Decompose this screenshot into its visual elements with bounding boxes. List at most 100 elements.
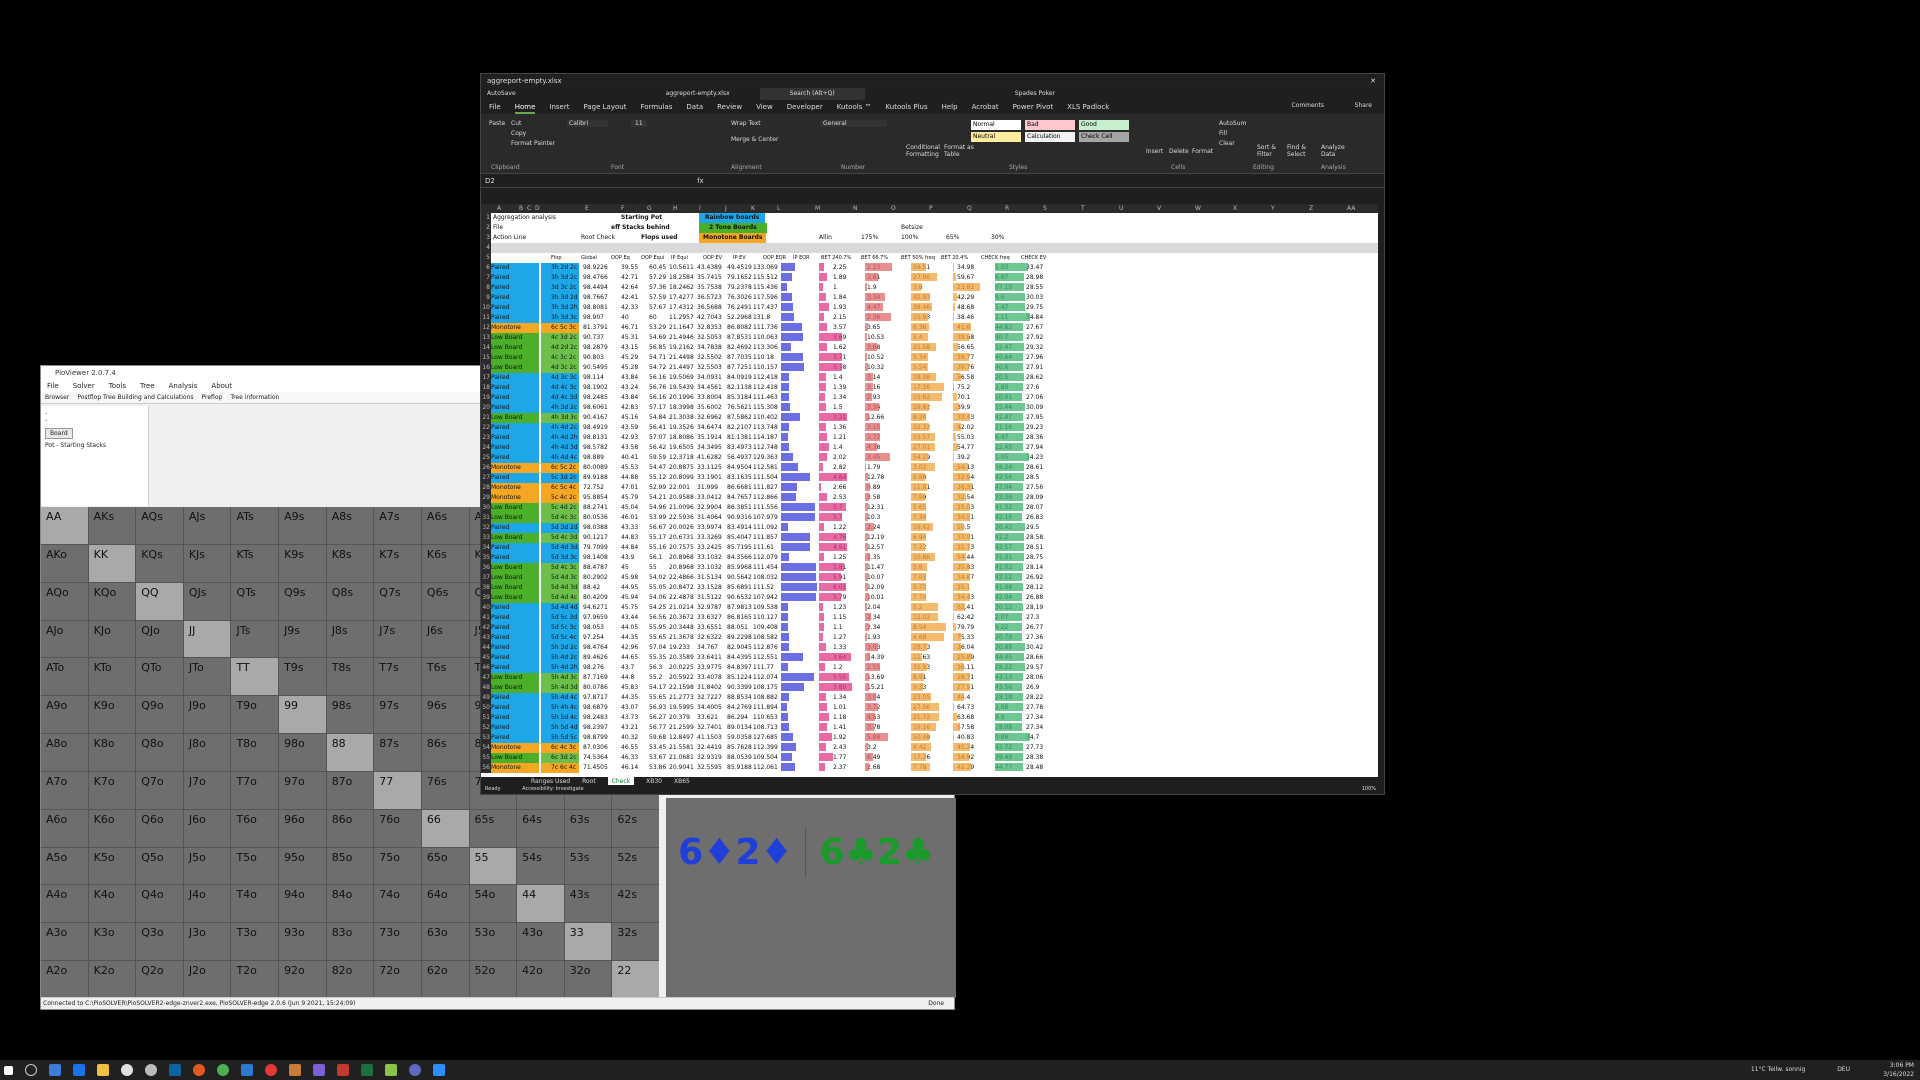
value-cell[interactable]: 54.71 bbox=[649, 353, 666, 363]
value-cell[interactable]: 35.1914 bbox=[697, 433, 722, 443]
row-number[interactable]: 44 bbox=[481, 643, 491, 653]
value-cell[interactable]: 21.4946 bbox=[669, 333, 694, 343]
row-number[interactable]: 36 bbox=[481, 563, 491, 573]
value-cell[interactable]: 45.94 bbox=[621, 593, 638, 603]
value-cell[interactable]: 20.8875 bbox=[669, 463, 694, 473]
row-number[interactable]: 1 bbox=[481, 213, 491, 223]
vscode-icon[interactable] bbox=[241, 1064, 253, 1076]
hand-cell[interactable]: J7s bbox=[374, 620, 421, 658]
flop-cell[interactable]: 5h 4h 4c bbox=[551, 703, 577, 713]
value-cell[interactable]: 57.29 bbox=[649, 273, 666, 283]
hand-cell[interactable]: K3o bbox=[88, 923, 136, 961]
hand-cell[interactable]: QTo bbox=[136, 658, 183, 696]
cell-style-calculation[interactable]: Calculation bbox=[1025, 132, 1075, 142]
column-header[interactable]: G bbox=[647, 204, 652, 213]
hand-cell[interactable]: Q7s bbox=[374, 582, 421, 620]
ribbon-tab-kutools-plus[interactable]: Kutools Plus bbox=[886, 100, 928, 114]
value-cell[interactable]: 1.36 bbox=[833, 423, 846, 433]
hand-cell[interactable]: Q2o bbox=[136, 961, 183, 998]
row-number[interactable]: 3 bbox=[481, 233, 491, 243]
value-cell[interactable]: 56.42 bbox=[649, 443, 666, 453]
board-category[interactable]: Paired bbox=[491, 373, 510, 383]
hand-cell[interactable]: Q6o bbox=[136, 809, 183, 847]
hand-cell[interactable]: 92o bbox=[279, 961, 326, 998]
value-cell[interactable]: 20.8968 bbox=[669, 553, 694, 563]
value-cell[interactable]: 98.1902 bbox=[583, 383, 608, 393]
value-cell[interactable]: 1.15 bbox=[833, 613, 846, 623]
hand-cell[interactable]: K8s bbox=[326, 544, 374, 582]
flop-cell[interactable]: 5c 4c 2c bbox=[551, 493, 576, 503]
flop-cell[interactable]: 4d 2d 2c bbox=[551, 343, 577, 353]
value-cell[interactable]: 52.99 bbox=[649, 483, 666, 493]
value-cell[interactable]: 98.114 bbox=[583, 373, 604, 383]
value-cell[interactable]: 20.3589 bbox=[669, 653, 694, 663]
value-cell[interactable]: 27.78 bbox=[1026, 703, 1043, 713]
column-title[interactable]: Flop bbox=[551, 253, 562, 263]
value-cell[interactable]: 34.3495 bbox=[697, 443, 722, 453]
value-cell[interactable]: 39.55 bbox=[621, 263, 638, 273]
hand-cell[interactable]: 97s bbox=[374, 696, 421, 734]
value-cell[interactable]: 98.053 bbox=[583, 623, 604, 633]
column-header[interactable]: N bbox=[853, 204, 858, 213]
hand-cell[interactable]: JJ bbox=[183, 620, 231, 658]
row-number[interactable]: 20 bbox=[481, 403, 491, 413]
value-cell[interactable]: 28.36 bbox=[1026, 433, 1043, 443]
hand-cell[interactable]: Q6s bbox=[421, 582, 469, 620]
board-category[interactable]: Paired bbox=[491, 733, 510, 743]
value-cell[interactable]: 19.2162 bbox=[669, 343, 694, 353]
autosum-button[interactable]: AutoSum bbox=[1219, 120, 1246, 127]
hand-cell[interactable]: K8o bbox=[88, 734, 136, 771]
hand-cell[interactable]: T7o bbox=[231, 771, 279, 809]
value-cell[interactable]: 45.31 bbox=[621, 333, 638, 343]
hand-cell[interactable]: J7o bbox=[183, 771, 231, 809]
hand-cell[interactable]: 63o bbox=[421, 923, 469, 961]
value-cell[interactable]: 55.16 bbox=[649, 543, 666, 553]
value-cell[interactable]: 33.8004 bbox=[697, 393, 722, 403]
pio-menu-item[interactable]: Tools bbox=[109, 380, 126, 392]
row-number[interactable]: 13 bbox=[481, 333, 491, 343]
header-label[interactable]: Aggregation analysis bbox=[493, 213, 556, 223]
value-cell[interactable]: 1.92 bbox=[833, 733, 846, 743]
value-cell[interactable]: 89.2298 bbox=[727, 633, 752, 643]
value-cell[interactable]: 43.73 bbox=[621, 713, 638, 723]
value-cell[interactable]: 133.069 bbox=[753, 263, 778, 273]
git-icon[interactable] bbox=[313, 1064, 325, 1076]
value-cell[interactable]: 111.857 bbox=[753, 533, 778, 543]
row-number[interactable]: 47 bbox=[481, 673, 491, 683]
conditional-formatting-button[interactable]: Conditional Formatting bbox=[906, 144, 946, 158]
value-cell[interactable]: 110.157 bbox=[753, 363, 778, 373]
fill-button[interactable]: Fill bbox=[1219, 130, 1227, 137]
hand-cell[interactable]: 54o bbox=[469, 885, 517, 923]
flop-cell[interactable]: 5h 4d 3c bbox=[551, 673, 577, 683]
hand-cell[interactable]: 43s bbox=[564, 885, 612, 923]
value-cell[interactable]: 98.2879 bbox=[583, 343, 608, 353]
hand-cell[interactable]: 87o bbox=[326, 771, 374, 809]
value-cell[interactable]: 83.4914 bbox=[727, 523, 752, 533]
hand-cell[interactable]: 86s bbox=[421, 734, 469, 771]
value-cell[interactable]: 86.6681 bbox=[727, 483, 752, 493]
header-label[interactable]: eff Stacks behind bbox=[611, 223, 670, 233]
hand-cell[interactable]: KJs bbox=[183, 544, 231, 582]
value-cell[interactable]: 32.5053 bbox=[697, 333, 722, 343]
value-cell[interactable]: 21.1647 bbox=[669, 323, 694, 333]
value-cell[interactable]: 40.41 bbox=[621, 453, 638, 463]
value-cell[interactable]: 34.98 bbox=[957, 263, 974, 273]
value-cell[interactable]: 2.82 bbox=[833, 463, 846, 473]
hand-cell[interactable]: 98o bbox=[279, 734, 326, 771]
app3-icon[interactable] bbox=[385, 1064, 397, 1076]
value-cell[interactable]: 97.254 bbox=[583, 633, 604, 643]
value-cell[interactable]: 108.175 bbox=[753, 683, 778, 693]
hand-cell[interactable]: AJs bbox=[183, 507, 231, 544]
board-category[interactable]: Paired bbox=[491, 633, 510, 643]
value-cell[interactable]: 33.6327 bbox=[697, 613, 722, 623]
ribbon-tab-data[interactable]: Data bbox=[686, 100, 703, 114]
value-cell[interactable]: 28.22 bbox=[1026, 693, 1043, 703]
value-cell[interactable]: 86.8082 bbox=[727, 323, 752, 333]
font-name-select[interactable]: Calibri bbox=[567, 120, 609, 127]
value-cell[interactable]: 27.06 bbox=[1026, 393, 1043, 403]
board-category[interactable]: Low Board bbox=[491, 563, 522, 573]
value-cell[interactable]: 112.079 bbox=[753, 553, 778, 563]
column-header[interactable]: C bbox=[527, 204, 531, 213]
flop-cell[interactable]: 4h 4d 3d bbox=[551, 443, 578, 453]
flop-cell[interactable]: 5d 4d 3d bbox=[551, 583, 578, 593]
